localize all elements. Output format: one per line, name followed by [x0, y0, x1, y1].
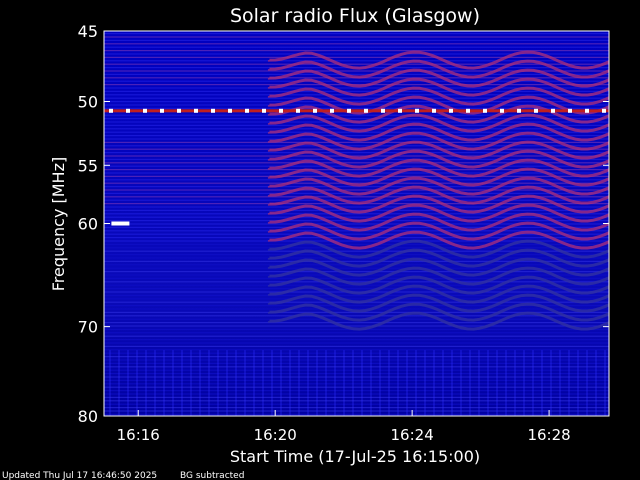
band-hot-spot: [551, 108, 555, 113]
spectrum-stripe: [104, 342, 609, 344]
band-hot-spot: [483, 108, 487, 113]
spectrum-stripe: [104, 135, 609, 137]
spectrum-stripe: [104, 36, 609, 38]
band-hot-spot: [194, 108, 198, 113]
band-hot-spot: [109, 108, 113, 113]
band-hot-spot: [143, 108, 147, 113]
band-hot-spot: [364, 108, 368, 113]
chart-title: Solar radio Flux (Glasgow): [230, 5, 480, 27]
spectrum-stripe: [104, 243, 609, 245]
spectrum-stripe: [104, 155, 609, 157]
spectrum-stripe: [104, 63, 609, 65]
x-axis-label: Start Time (17-Jul-25 16:15:00): [230, 447, 480, 466]
spectrum-stripe: [104, 298, 609, 300]
band-hot-spot: [347, 108, 351, 113]
spectrum-stripe: [104, 226, 609, 228]
y-tick-label: 80: [78, 407, 98, 426]
band-hot-spot: [534, 108, 538, 113]
x-tick-label: 16:16: [117, 426, 160, 444]
band-hot-spot: [449, 108, 453, 113]
band-hot-spot: [245, 108, 249, 113]
x-tick-label: 16:24: [391, 426, 434, 444]
band-hot-spot: [568, 108, 572, 113]
spectrum-stripe: [104, 73, 609, 75]
y-tick-label: 60: [78, 215, 98, 234]
spectrum-stripe: [104, 335, 609, 337]
spectrogram-chart: Solar radio Flux (Glasgow) 455055607080 …: [2, 5, 610, 480]
band-hot-spot: [466, 108, 470, 113]
band-hot-spot: [211, 108, 215, 113]
spectrum-stripe: [104, 39, 609, 41]
spectrum-stripe: [104, 199, 609, 201]
band-hot-spot: [602, 108, 606, 113]
band-hot-spot: [126, 108, 130, 113]
spectrum-stripe: [104, 162, 609, 164]
spectrum-stripe: [104, 145, 609, 147]
band-hot-spot: [517, 108, 521, 113]
burst-marker: [111, 221, 130, 226]
spectrum-stripe: [104, 189, 609, 191]
spectrum-stripe: [104, 322, 609, 324]
y-tick-label: 55: [78, 156, 98, 175]
spectrum-stripe: [104, 43, 609, 45]
spectrum-stripe: [104, 46, 609, 48]
spectrum-stripe: [104, 254, 609, 256]
spectrum-stripe: [104, 345, 609, 347]
band-hot-spot: [415, 108, 419, 113]
spectrum-stripe: [104, 128, 609, 130]
band-hot-spot: [177, 108, 181, 113]
updated-timestamp: Updated Thu Jul 17 16:46:50 2025: [2, 471, 157, 480]
x-tick-label: 16:28: [527, 426, 570, 444]
spectrum-stripe: [104, 315, 609, 317]
spectrum-stripe: [104, 101, 609, 103]
spectrum-stripe: [104, 339, 609, 341]
spectrum-stripe: [104, 172, 609, 174]
band-hot-spot: [313, 108, 317, 113]
spectrum-stripe: [104, 216, 609, 218]
spectrum-stripe: [104, 56, 609, 58]
spectrum-stripe: [104, 325, 609, 327]
spectrum-stripe: [104, 288, 609, 290]
y-tick-label: 50: [78, 93, 98, 112]
band-hot-spot: [330, 108, 334, 113]
spectrum-stripe: [104, 118, 609, 120]
band-hot-spot: [500, 108, 504, 113]
band-hot-spot: [296, 108, 300, 113]
y-tick-label: 45: [78, 22, 98, 41]
band-hot-spot: [432, 108, 436, 113]
spectrum-stripe: [104, 33, 609, 35]
spectrum-stripe: [104, 90, 609, 92]
plot-area: [104, 31, 609, 416]
y-tick-label: 70: [78, 318, 98, 337]
spectrum-stripe: [104, 260, 609, 262]
band-hot-spot: [585, 108, 589, 113]
spectrum-stripe: [104, 332, 609, 334]
band-hot-spot: [160, 108, 164, 113]
band-hot-spot: [398, 108, 402, 113]
spectrum-stripe: [104, 308, 609, 310]
spectrum-stripe: [104, 281, 609, 283]
x-tick-label: 16:20: [254, 426, 297, 444]
band-hot-spot: [228, 108, 232, 113]
background-note: BG subtracted: [180, 471, 244, 480]
band-hot-spot: [279, 108, 283, 113]
spectrum-stripe: [104, 271, 609, 273]
band-hot-spot: [262, 108, 266, 113]
band-hot-spot: [381, 108, 385, 113]
y-axis-label: Frequency [MHz]: [49, 157, 68, 291]
